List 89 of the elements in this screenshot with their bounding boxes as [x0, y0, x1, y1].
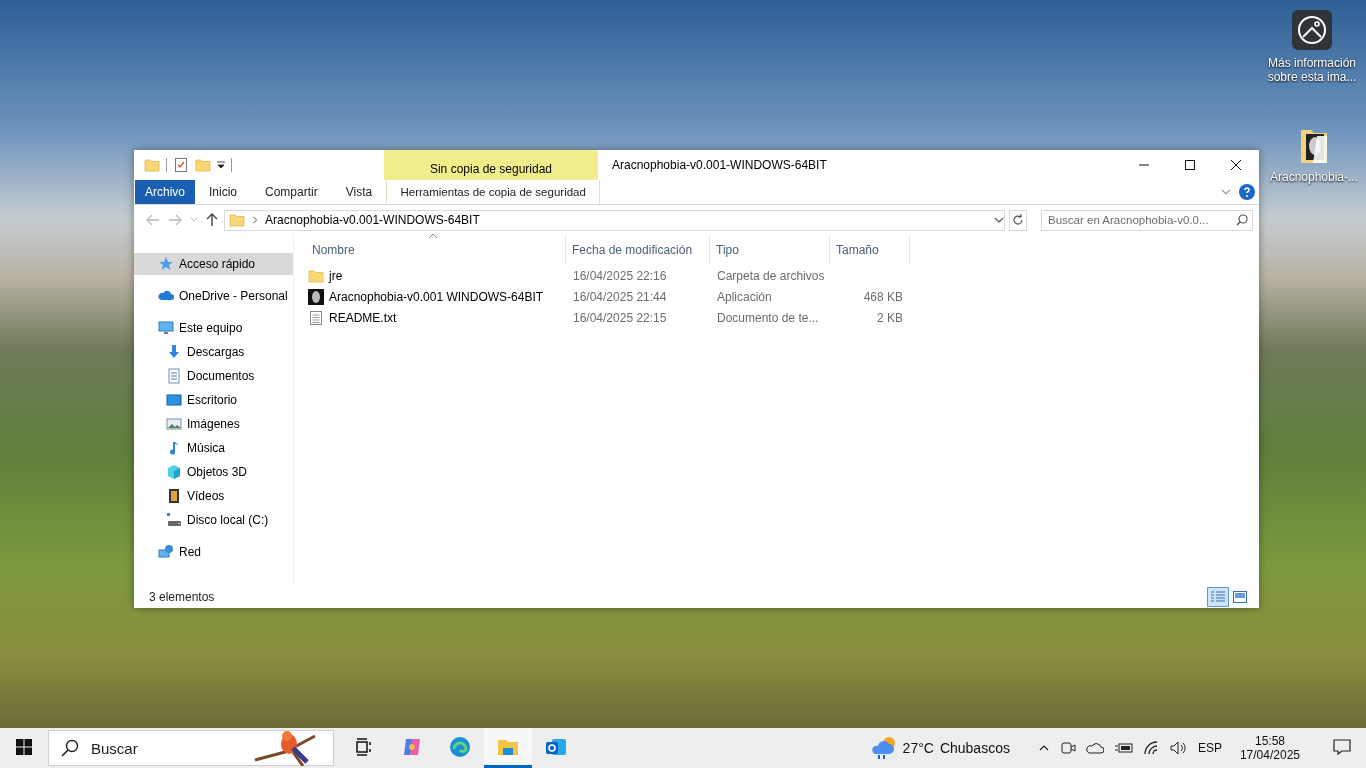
- folder-icon: [229, 212, 245, 228]
- volume-icon[interactable]: [1169, 741, 1188, 755]
- nav-item[interactable]: Objetos 3D: [134, 461, 293, 483]
- new-folder-icon: [195, 157, 211, 173]
- window-title: Aracnophobia-v0.001-WINDOWS-64BIT: [612, 158, 828, 172]
- picture-icon: [166, 416, 182, 432]
- type-cell-text: Aplicación: [716, 289, 773, 304]
- file-name[interactable]: Aracnophobia-v0.001 WINDOWS-64BIT: [306, 288, 566, 305]
- tiles-view-icon: [1233, 591, 1247, 603]
- caret-icon[interactable]: [217, 161, 225, 169]
- task-view-icon: [354, 736, 374, 757]
- chevron-up-icon: [1037, 743, 1050, 753]
- help-icon[interactable]: [1239, 184, 1255, 200]
- app-icon: [308, 288, 324, 305]
- network-icon: [158, 544, 174, 560]
- picture-info-icon: [1297, 15, 1327, 45]
- size-cell-text: 468 KB: [862, 289, 904, 304]
- type-cell-text: Documento de te...: [716, 310, 820, 325]
- file-menu-tab[interactable]: Archivo: [135, 180, 195, 204]
- folder-icon: [144, 157, 160, 173]
- properties-icon[interactable]: [173, 157, 189, 173]
- column-header[interactable]: Tipo: [710, 235, 830, 265]
- forward-arrow-icon: [168, 214, 182, 226]
- text-file-icon: [308, 309, 324, 326]
- date-cell-text: 16/04/2025 22:15: [572, 310, 668, 325]
- drive-icon: [166, 512, 182, 528]
- document-icon: [166, 368, 182, 384]
- type-cell-text: Carpeta de archivos: [716, 268, 826, 283]
- refresh-button[interactable]: [1009, 209, 1027, 231]
- date-cell-text: 16/04/2025 22:16: [572, 268, 668, 283]
- context-ribbon-tab[interactable]: Herramientas de copia de seguridad: [386, 180, 601, 204]
- details-view-icon: [1211, 591, 1225, 603]
- address-bar[interactable]: Aracnophobia-v0.001-WINDOWS-64BIT: [224, 209, 1005, 231]
- star-icon: [158, 256, 174, 272]
- column-header[interactable]: Tamaño: [830, 235, 910, 265]
- info-widget-button[interactable]: [1292, 10, 1332, 50]
- maximize-icon: [1185, 160, 1195, 170]
- search-field[interactable]: Buscar en Aracnophobia-v0.0...: [1048, 214, 1224, 226]
- nav-item[interactable]: Imágenes: [134, 413, 293, 435]
- weather-widget[interactable]: 27°C Chubascos: [870, 736, 1010, 760]
- item-count: 3 elementos: [149, 590, 216, 604]
- down-arrow-icon: [166, 344, 182, 360]
- expand-ribbon-icon: [1221, 187, 1231, 197]
- taskbar-app[interactable]: [484, 728, 532, 768]
- desktop-icon: [166, 392, 182, 408]
- search-icon: [1236, 214, 1248, 226]
- nav-item[interactable]: Red: [134, 541, 293, 563]
- file-name[interactable]: README.txt: [306, 309, 566, 326]
- context-tab-group: Sin copia de seguridad: [384, 150, 598, 180]
- language-indicator[interactable]: ESP: [1197, 741, 1222, 755]
- monitor-icon: [158, 320, 174, 336]
- nav-item[interactable]: Documentos: [134, 365, 293, 387]
- nav-item[interactable]: Acceso rápido: [134, 253, 293, 275]
- nav-item[interactable]: Disco local (C:): [134, 509, 293, 531]
- back-arrow-icon: [146, 214, 160, 226]
- refresh-icon: [1012, 214, 1024, 226]
- date-cell-text: 16/04/2025 21:44: [572, 289, 668, 304]
- column-header[interactable]: Fecha de modificación: [566, 235, 710, 265]
- taskbar-search-bar[interactable]: Buscar: [48, 730, 334, 766]
- weather-cloud-icon: [870, 736, 897, 760]
- nav-item[interactable]: Este equipo: [134, 317, 293, 339]
- nav-item[interactable]: Música: [134, 437, 293, 459]
- close-icon: [1231, 160, 1241, 170]
- dropdown-icon: [994, 215, 1004, 225]
- wifi-icon[interactable]: [1143, 741, 1160, 755]
- nav-item[interactable]: Descargas: [134, 341, 293, 363]
- edge-icon: [448, 734, 472, 759]
- cube-icon: [166, 464, 182, 480]
- nav-item[interactable]: Escritorio: [134, 389, 293, 411]
- clock[interactable]: 15:58 17/04/2025: [1239, 734, 1300, 762]
- search-icon: [61, 739, 79, 757]
- column-header[interactable]: Nombre: [306, 235, 566, 265]
- caret-icon: [190, 217, 198, 223]
- speech-bubble-icon: [1333, 738, 1351, 755]
- windows-logo-icon: [16, 738, 32, 755]
- search-bar[interactable]: Buscar en Aracnophobia-v0.0...: [1041, 209, 1253, 231]
- nav-item[interactable]: OneDrive - Personal: [134, 285, 293, 307]
- nav-item[interactable]: Vídeos: [134, 485, 293, 507]
- cloud-icon[interactable]: [1085, 742, 1104, 754]
- battery-icon[interactable]: [1113, 742, 1134, 754]
- folder-icon: [308, 267, 324, 284]
- size-cell-text: 2 KB: [876, 310, 904, 325]
- info-widget-label: Más información sobre esta ima...: [1266, 56, 1358, 84]
- camera-icon[interactable]: [1059, 740, 1076, 756]
- up-arrow-icon: [206, 213, 218, 227]
- taskbar-search-field[interactable]: Buscar: [89, 738, 243, 758]
- file-name[interactable]: jre: [306, 267, 566, 284]
- breadcrumb-chevron-icon: [251, 215, 259, 225]
- film-icon: [166, 488, 182, 504]
